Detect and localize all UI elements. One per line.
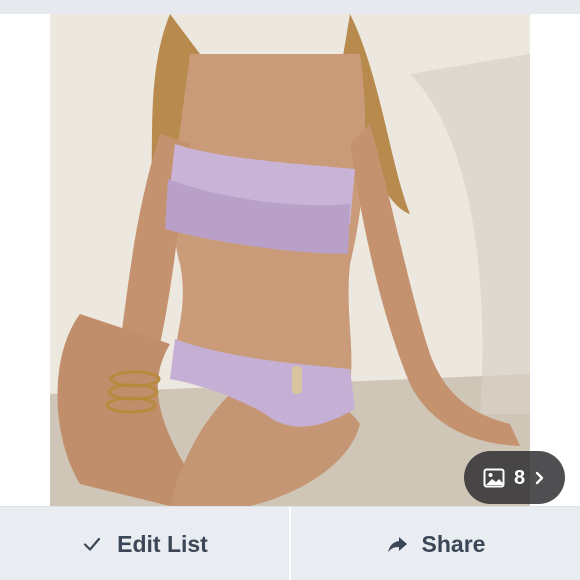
photo-carousel[interactable]: 8 <box>0 14 580 506</box>
share-arrow-icon <box>386 533 408 555</box>
listing-page: 8 Edit List Share <box>0 0 580 580</box>
share-button[interactable]: Share <box>291 507 580 580</box>
photo-count: 8 <box>513 466 526 489</box>
top-strip <box>0 0 580 14</box>
chevron-right-icon <box>533 471 547 485</box>
share-label: Share <box>421 530 486 557</box>
listing-photo[interactable] <box>50 14 530 506</box>
photo-count-button[interactable]: 8 <box>464 451 565 504</box>
check-icon <box>81 533 103 555</box>
edit-list-label: Edit List <box>117 530 208 557</box>
action-bar: Edit List Share <box>0 506 580 580</box>
edit-list-button[interactable]: Edit List <box>0 507 289 580</box>
image-icon <box>482 466 506 490</box>
